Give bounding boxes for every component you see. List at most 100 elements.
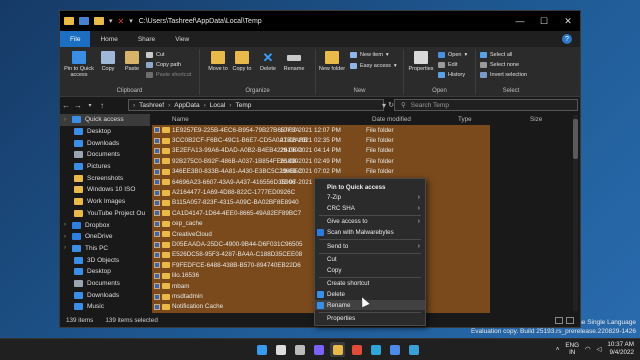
sidebar-item[interactable]: Windows 10 ISO: [60, 184, 150, 196]
row-checkbox[interactable]: [154, 241, 160, 248]
breadcrumb-local[interactable]: Local: [210, 102, 226, 109]
language-indicator[interactable]: ENG IN: [565, 342, 579, 356]
properties-icon[interactable]: [79, 17, 89, 25]
chevron-up-icon[interactable]: ˄: [556, 346, 560, 353]
wifi-icon[interactable]: ◠: [585, 346, 591, 353]
edge-icon[interactable]: [368, 342, 383, 357]
sidebar-item[interactable]: › Quick access: [60, 114, 150, 126]
maximize-button[interactable]: ☐: [532, 11, 556, 31]
menu-item-crc-sha[interactable]: CRC SHA ›: [315, 203, 425, 213]
row-checkbox[interactable]: [154, 251, 160, 258]
chat-icon[interactable]: [311, 342, 326, 357]
cut-button[interactable]: Cut: [146, 52, 165, 58]
new-folder-icon[interactable]: [94, 17, 104, 25]
breadcrumb-temp[interactable]: Temp: [235, 102, 251, 109]
row-checkbox[interactable]: [154, 272, 160, 279]
sidebar-item[interactable]: Screenshots: [60, 172, 150, 184]
sidebar-item[interactable]: Documents: [60, 149, 150, 161]
vertical-scrollbar[interactable]: [573, 115, 578, 311]
file-row[interactable]: 1E9257E9-225B-4EC6-B954-79B27B657F3A 10-0…: [152, 125, 490, 136]
row-checkbox[interactable]: [154, 262, 160, 269]
sidebar-item[interactable]: Desktop: [60, 126, 150, 138]
delete-button[interactable]: ✕ Delete: [256, 51, 280, 72]
column-size[interactable]: Size: [530, 116, 542, 123]
sidebar-item[interactable]: › This PC: [60, 243, 150, 255]
row-checkbox[interactable]: [154, 127, 160, 134]
history-button[interactable]: History: [438, 72, 465, 78]
help-icon[interactable]: ?: [562, 34, 572, 44]
paste-shortcut-button[interactable]: Paste shortcut: [146, 72, 191, 78]
sidebar-item[interactable]: 3D Objects: [60, 254, 150, 266]
sidebar-item[interactable]: Work Images: [60, 196, 150, 208]
file-row[interactable]: 3CC0B2CF-F6BC-49C1-B6E7-CD5A0A1B2ABB 27-0…: [152, 135, 490, 146]
file-row[interactable]: 3E2EFA13-99A6-4DAD-A0B2-B4EB4226190D 29-0…: [152, 145, 490, 157]
menu-item-cut[interactable]: Cut: [315, 255, 425, 265]
forward-arrow-icon[interactable]: →: [72, 101, 84, 110]
file-row[interactable]: 346EE3B0-833B-4A81-A430-E3BC5C298EEC 19-0…: [152, 166, 490, 177]
large-icons-view-icon[interactable]: [566, 317, 574, 324]
move-to-button[interactable]: Move to: [206, 51, 230, 72]
sidebar-item[interactable]: Downloads: [60, 289, 150, 301]
file-explorer-icon[interactable]: [330, 342, 345, 357]
sidebar-item[interactable]: Documents: [60, 278, 150, 290]
select-none-button[interactable]: Select none: [480, 62, 519, 68]
sidebar-item[interactable]: Downloads: [60, 137, 150, 149]
row-checkbox[interactable]: [154, 210, 160, 217]
expand-chevron-icon[interactable]: ›: [62, 117, 68, 123]
sidebar-item[interactable]: Desktop: [60, 266, 150, 278]
menu-item-create-shortcut[interactable]: Create shortcut: [315, 279, 425, 289]
sidebar-item[interactable]: Music: [60, 301, 150, 313]
close-button[interactable]: ✕: [556, 11, 580, 31]
close-x-icon[interactable]: ✕: [118, 17, 125, 26]
store-icon[interactable]: [387, 342, 402, 357]
row-checkbox[interactable]: [154, 231, 160, 238]
row-checkbox[interactable]: [154, 147, 160, 154]
row-checkbox[interactable]: [154, 168, 160, 175]
row-checkbox[interactable]: [154, 189, 160, 196]
tab-home[interactable]: Home: [90, 31, 127, 47]
column-date-modified[interactable]: Date modified: [372, 116, 411, 123]
volume-icon[interactable]: ◁: [597, 346, 602, 353]
search-icon[interactable]: [273, 342, 288, 357]
row-checkbox[interactable]: [154, 179, 160, 186]
breadcrumb-tashreef[interactable]: Tashreef: [139, 102, 164, 109]
expand-chevron-icon[interactable]: ›: [62, 245, 68, 251]
pin-to-quick-access-button[interactable]: Pin to Quick access: [62, 51, 96, 78]
row-checkbox[interactable]: [154, 283, 160, 290]
menu-item-pin-to-quick-access[interactable]: Pin to Quick access: [315, 182, 425, 192]
select-all-button[interactable]: Select all: [480, 52, 512, 58]
expand-chevron-icon[interactable]: ›: [62, 222, 68, 228]
column-name[interactable]: Name: [172, 116, 189, 123]
task-view-icon[interactable]: [292, 342, 307, 357]
copy-to-button[interactable]: Copy to: [230, 51, 254, 72]
menu-item-7-zip[interactable]: 7-Zip ›: [315, 193, 425, 203]
app-icon[interactable]: [406, 342, 421, 357]
row-checkbox[interactable]: [154, 303, 160, 310]
column-type[interactable]: Type: [458, 116, 472, 123]
menu-item-delete[interactable]: Delete: [315, 289, 425, 299]
expand-chevron-icon[interactable]: ›: [62, 234, 68, 240]
chevron-down-icon[interactable]: ▾: [109, 17, 113, 25]
sidebar-item[interactable]: Pictures: [60, 161, 150, 173]
up-arrow-icon[interactable]: ↑: [96, 101, 108, 110]
row-checkbox[interactable]: [154, 158, 160, 165]
invert-selection-button[interactable]: Invert selection: [480, 72, 527, 78]
easy-access-button[interactable]: Easy access ▾: [350, 63, 397, 69]
file-row[interactable]: 92B275C0-B92F-486B-A037-1B854FE61890 26-0…: [152, 156, 490, 167]
minimize-button[interactable]: —: [508, 11, 532, 31]
scrollbar-thumb[interactable]: [573, 119, 578, 159]
row-checkbox[interactable]: [154, 220, 160, 227]
properties-button[interactable]: Properties: [406, 51, 436, 72]
copy-button[interactable]: Copy: [96, 51, 120, 72]
chrome-icon[interactable]: [349, 342, 364, 357]
open-button[interactable]: Open ▾: [438, 52, 467, 58]
menu-item-give-access-to[interactable]: Give access to ›: [315, 217, 425, 227]
recent-locations-icon[interactable]: ▾: [84, 102, 96, 109]
breadcrumb-appdata[interactable]: AppData: [174, 102, 199, 109]
row-checkbox[interactable]: [154, 199, 160, 206]
menu-item-send-to[interactable]: Send to ›: [315, 241, 425, 251]
menu-item-rename[interactable]: Rename: [315, 300, 425, 310]
rename-button[interactable]: Rename: [282, 51, 306, 72]
start-icon[interactable]: [254, 342, 269, 357]
details-view-icon[interactable]: [555, 317, 563, 324]
